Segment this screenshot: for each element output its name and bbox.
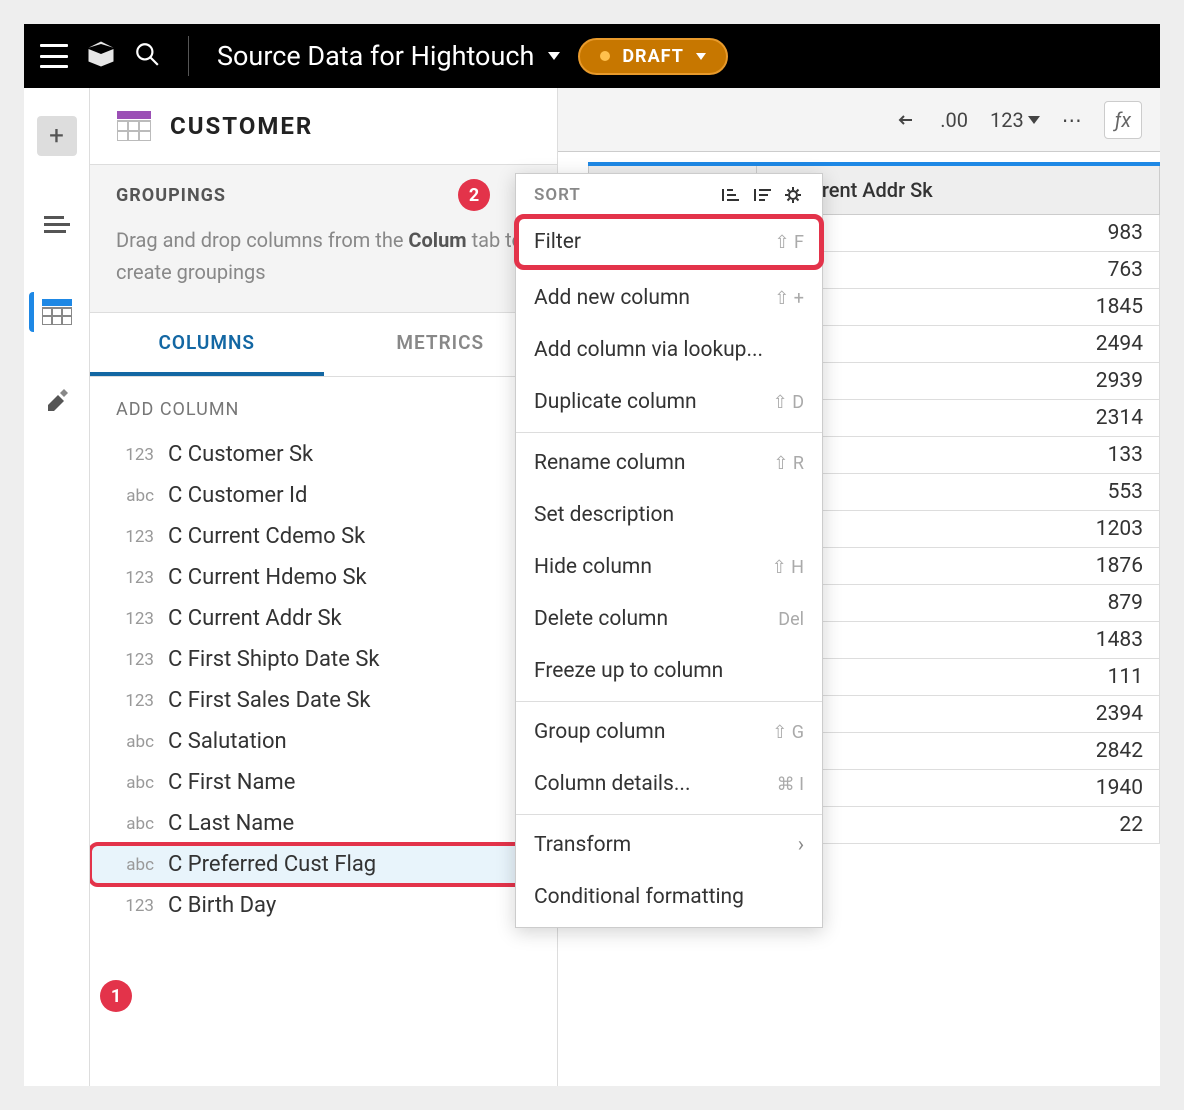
- rail-paint-icon[interactable]: [37, 380, 77, 420]
- menu-add-new-column[interactable]: Add new column⇧ +: [516, 272, 822, 324]
- panel-header: CUSTOMER: [90, 88, 557, 165]
- menu-group-column[interactable]: Group column⇧ G: [516, 706, 822, 758]
- sort-settings-icon[interactable]: [782, 184, 804, 206]
- add-column-label: ADD COLUMN: [90, 377, 557, 434]
- column-item[interactable]: 123C Current Cdemo Sk: [90, 516, 557, 557]
- topbar: Source Data for Hightouch DRAFT: [24, 24, 1160, 88]
- column-item[interactable]: 123C First Sales Date Sk: [90, 680, 557, 721]
- menu-hide-column[interactable]: Hide column⇧ H: [516, 541, 822, 593]
- menu-transform[interactable]: Transform›: [516, 819, 822, 871]
- menu-set-description[interactable]: Set description: [516, 489, 822, 541]
- menu-column-details[interactable]: Column details...⌘ I: [516, 758, 822, 810]
- tab-columns[interactable]: COLUMNS: [90, 313, 324, 376]
- menu-rename-column[interactable]: Rename column⇧ R: [516, 437, 822, 489]
- menu-conditional-formatting[interactable]: Conditional formatting: [516, 871, 822, 923]
- status-dot-icon: [600, 51, 610, 61]
- menu-delete-column[interactable]: Delete columnDel: [516, 593, 822, 645]
- format-toolbar: .00 123 ⋯ ƒx: [558, 88, 1160, 152]
- callout-badge-2: 2: [458, 179, 490, 211]
- table-icon: [116, 108, 152, 144]
- decrease-decimal-icon[interactable]: [898, 110, 918, 130]
- menu-icon[interactable]: [40, 44, 68, 68]
- groupings-help-text: Drag and drop columns from the Colum tab…: [116, 224, 531, 288]
- formula-bar-icon[interactable]: ƒx: [1104, 101, 1142, 139]
- column-item[interactable]: 123C Customer Sk: [90, 434, 557, 475]
- menu-freeze-column[interactable]: Freeze up to column: [516, 645, 822, 697]
- column-item-preferred-cust-flag[interactable]: abcC Preferred Cust Flag: [90, 844, 557, 885]
- add-element-button[interactable]: +: [37, 116, 77, 156]
- document-title: Source Data for Hightouch: [217, 40, 534, 72]
- column-item[interactable]: 123C Current Hdemo Sk: [90, 557, 557, 598]
- column-item[interactable]: abcC Customer Id: [90, 475, 557, 516]
- panel-title: CUSTOMER: [170, 112, 313, 140]
- chevron-right-icon: ›: [798, 833, 804, 857]
- menu-add-via-lookup[interactable]: Add column via lookup...: [516, 324, 822, 376]
- rail-text-icon[interactable]: [37, 204, 77, 244]
- number-format-dropdown[interactable]: 123: [990, 108, 1040, 132]
- chevron-down-icon: [696, 53, 706, 60]
- menu-duplicate-column[interactable]: Duplicate column⇧ D: [516, 376, 822, 428]
- draft-label: DRAFT: [622, 46, 684, 67]
- column-item[interactable]: 123C First Shipto Date Sk: [90, 639, 557, 680]
- rail-table-icon[interactable]: [29, 292, 77, 332]
- more-format-button[interactable]: ⋯: [1062, 108, 1082, 132]
- decimal-format-button[interactable]: .00: [940, 108, 968, 132]
- column-item[interactable]: abcC First Name: [90, 762, 557, 803]
- chevron-down-icon: [548, 52, 560, 60]
- column-item[interactable]: abcC Salutation: [90, 721, 557, 762]
- column-list: 123C Customer Sk abcC Customer Id 123C C…: [90, 434, 557, 926]
- column-item[interactable]: 123C Birth Day: [90, 885, 557, 926]
- divider: [188, 36, 189, 76]
- app-window: Source Data for Hightouch DRAFT +: [24, 24, 1160, 1086]
- sidebar-panel: CUSTOMER GROUPINGS Drag and drop columns…: [90, 88, 558, 1086]
- search-icon[interactable]: [134, 41, 160, 71]
- menu-filter[interactable]: Filter⇧ F: [516, 216, 822, 268]
- callout-badge-1: 1: [100, 980, 132, 1012]
- column-context-menu: SORT Filter⇧ F Add new column⇧ + Add col…: [515, 173, 823, 928]
- app-logo-icon[interactable]: [86, 39, 116, 73]
- left-rail: +: [24, 88, 90, 1086]
- sort-desc-icon[interactable]: [750, 184, 772, 206]
- document-title-dropdown[interactable]: Source Data for Hightouch: [217, 40, 560, 72]
- sidebar-tabs: COLUMNS METRICS: [90, 313, 557, 377]
- sort-label: SORT: [534, 185, 718, 205]
- draft-status-badge[interactable]: DRAFT: [578, 38, 728, 75]
- column-item[interactable]: 123C Current Addr Sk: [90, 598, 557, 639]
- sort-header: SORT: [516, 174, 822, 216]
- sort-asc-icon[interactable]: [718, 184, 740, 206]
- column-item[interactable]: abcC Last Name: [90, 803, 557, 844]
- body-area: + CUSTOMER GROUPINGS Drag and: [24, 88, 1160, 1086]
